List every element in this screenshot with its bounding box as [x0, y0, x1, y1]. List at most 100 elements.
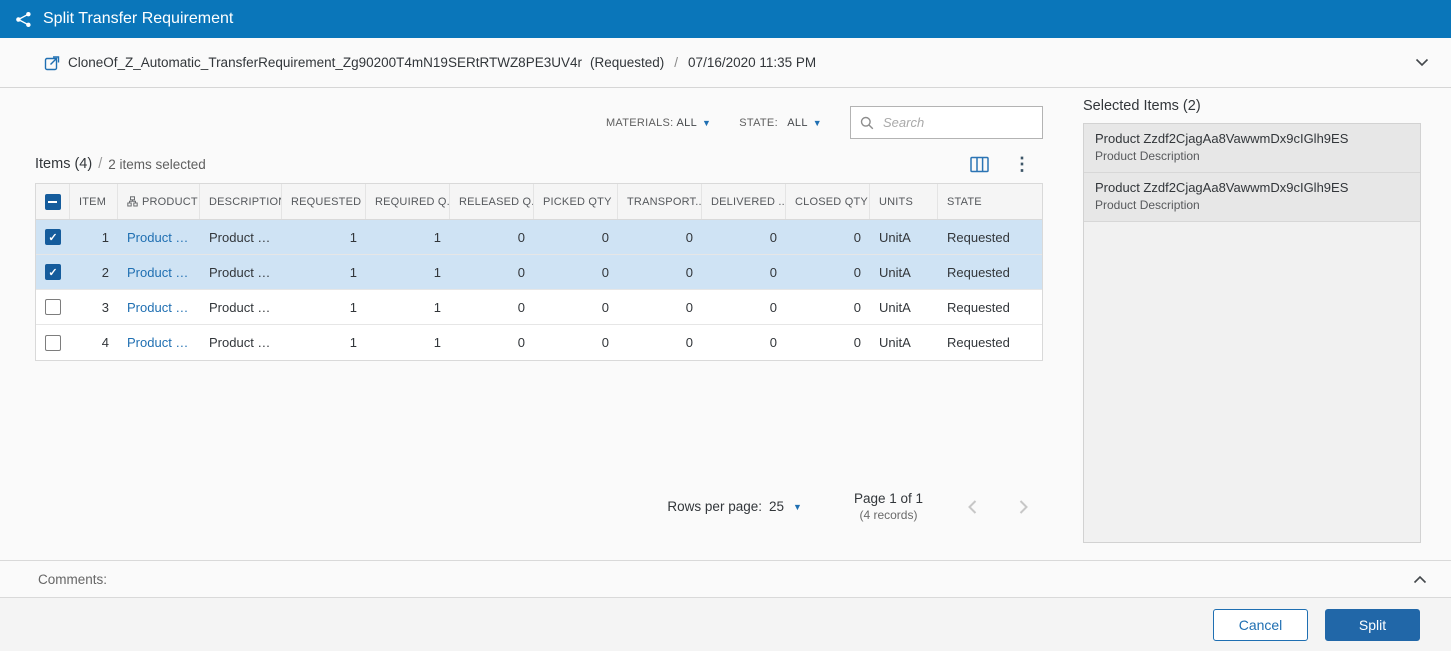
table-row[interactable]: 1 Product Zzdf2CjagAa8VawwmDx9cIGlh9ES Pro… [36, 220, 1042, 255]
object-timestamp: 07/16/2020 11:35 PM [688, 55, 816, 70]
column-header-picked: PICKED QTY [534, 184, 618, 219]
product-link[interactable]: Product Zzdf2CjagAa8VawwmDx9cIGlh9ES [127, 335, 191, 350]
header-collapse-chevron-icon[interactable] [1415, 58, 1429, 67]
closed-qty-cell: 0 [786, 325, 870, 360]
search-box[interactable] [850, 106, 1043, 139]
select-all-checkbox[interactable] [45, 194, 61, 210]
column-header-item: ITEM [70, 184, 118, 219]
item-cell: 2 [70, 255, 118, 289]
column-header-description: DESCRIPTION [200, 184, 282, 219]
description-cell: Product Description [200, 220, 282, 254]
comments-section: Comments: [0, 560, 1451, 597]
product-link[interactable]: Product Zzdf2CjagAa8VawwmDx9cIGlh9ES [127, 300, 191, 315]
state-cell: Requested [938, 255, 1042, 289]
released-qty-cell: 0 [450, 255, 534, 289]
product-type-icon [127, 196, 138, 207]
transport-qty-cell: 0 [618, 220, 702, 254]
items-table: ITEM PRODUCT DESCRIPTION REQUESTE [35, 183, 1043, 361]
records-count: (4 records) [854, 508, 923, 522]
released-qty-cell: 0 [450, 290, 534, 324]
item-cell: 4 [70, 325, 118, 360]
row-checkbox[interactable] [45, 335, 61, 351]
cancel-button[interactable]: Cancel [1213, 609, 1308, 641]
transfer-requirement-icon [44, 55, 60, 71]
items-header: Items (4) / 2 items selected ⋮ [35, 155, 1043, 173]
chevron-down-icon: ▼ [702, 118, 711, 128]
state-cell: Requested [938, 290, 1042, 324]
picked-qty-cell: 0 [534, 220, 618, 254]
split-share-icon [15, 11, 32, 28]
delivered-qty-cell: 0 [702, 290, 786, 324]
table-row[interactable]: 2 Product Zzdf2CjagAa8VawwmDx9cIGlh9ES Pro… [36, 255, 1042, 290]
state-cell: Requested [938, 325, 1042, 360]
selected-items-list: Product Zzdf2CjagAa8VawwmDx9cIGlh9ES Prod… [1083, 123, 1421, 543]
column-header-transport: TRANSPORT... [618, 184, 702, 219]
object-name: CloneOf_Z_Automatic_TransferRequirement_… [68, 55, 582, 70]
comments-collapse-chevron-icon[interactable] [1413, 575, 1427, 584]
state-filter-label: STATE: [739, 117, 778, 129]
page-title: Split Transfer Requirement [43, 10, 233, 28]
items-section: MATERIALS:ALL ▼ STATE: ALL ▼ Items (4) / [35, 88, 1043, 522]
selected-items-panel: Selected Items (2) Product Zzdf2CjagAa8V… [1083, 98, 1421, 543]
row-checkbox[interactable] [45, 299, 61, 315]
selected-item[interactable]: Product Zzdf2CjagAa8VawwmDx9cIGlh9ESProd… [1084, 173, 1420, 222]
closed-qty-cell: 0 [786, 290, 870, 324]
state-cell: Requested [938, 220, 1042, 254]
column-settings-icon[interactable] [970, 156, 989, 173]
units-cell: UnitA [870, 220, 938, 254]
object-status: (Requested) [590, 55, 664, 70]
units-cell: UnitA [870, 290, 938, 324]
object-header: CloneOf_Z_Automatic_TransferRequirement_… [0, 38, 1451, 88]
product-link[interactable]: Product Zzdf2CjagAa8VawwmDx9cIGlh9ES [127, 265, 191, 280]
column-header-requested: REQUESTED ... [282, 184, 366, 219]
materials-filter-dropdown[interactable]: MATERIALS:ALL ▼ [606, 117, 711, 129]
selected-item[interactable]: Product Zzdf2CjagAa8VawwmDx9cIGlh9ES Prod… [1084, 124, 1420, 173]
selected-item-title: Product Zzdf2CjagAa8VawwmDx9cIGlh9ES [1095, 180, 1409, 195]
item-cell: 3 [70, 290, 118, 324]
requested-qty-cell: 1 [282, 255, 366, 289]
description-cell: Product Description [200, 255, 282, 289]
row-checkbox[interactable] [45, 229, 61, 245]
description-cell: Product Description [200, 290, 282, 324]
page-indicator: Page 1 of 1 [854, 491, 923, 506]
units-cell: UnitA [870, 255, 938, 289]
product-link[interactable]: Product Zzdf2CjagAa8VawwmDx9cIGlh9ES [127, 230, 191, 245]
column-header-closed: CLOSED QTY [786, 184, 870, 219]
selected-item-title: Product Zzdf2CjagAa8VawwmDx9cIGlh9ES [1095, 131, 1409, 146]
required-qty-cell: 1 [366, 290, 450, 324]
split-button[interactable]: Split [1325, 609, 1420, 641]
column-header-product: PRODUCT [118, 184, 200, 219]
closed-qty-cell: 0 [786, 220, 870, 254]
rows-per-page-value: 25 [769, 499, 784, 514]
required-qty-cell: 1 [366, 255, 450, 289]
delivered-qty-cell: 0 [702, 325, 786, 360]
table-row[interactable]: 4 Product Zzdf2CjagAa8VawwmDx9cIGlh9ES Pro… [36, 325, 1042, 360]
rows-per-page-dropdown[interactable]: Rows per page: 25 ▼ [667, 499, 802, 514]
pagination-bar: Rows per page: 25 ▼ Page 1 of 1 (4 recor… [35, 491, 1043, 522]
title-bar: Split Transfer Requirement [0, 0, 1451, 38]
chevron-down-icon: ▼ [813, 118, 822, 128]
row-checkbox[interactable] [45, 264, 61, 280]
kebab-menu-icon[interactable]: ⋮ [1013, 155, 1031, 173]
state-filter-dropdown[interactable]: STATE: ALL ▼ [739, 117, 822, 129]
selected-item-subtitle: Product Description [1095, 149, 1409, 163]
materials-filter-label: MATERIALS: [606, 117, 674, 129]
rows-per-page-label: Rows per page: [667, 499, 762, 514]
breadcrumb-separator: / [672, 55, 680, 70]
closed-qty-cell: 0 [786, 255, 870, 289]
requested-qty-cell: 1 [282, 220, 366, 254]
previous-page-chevron-icon[interactable] [967, 499, 978, 515]
units-cell: UnitA [870, 325, 938, 360]
state-filter-value: ALL [787, 117, 807, 129]
description-cell: Product Description [200, 325, 282, 360]
search-input[interactable] [881, 114, 1033, 131]
required-qty-cell: 1 [366, 325, 450, 360]
column-header-units: UNITS [870, 184, 938, 219]
next-page-chevron-icon[interactable] [1018, 499, 1029, 515]
requested-qty-cell: 1 [282, 290, 366, 324]
transport-qty-cell: 0 [618, 290, 702, 324]
table-body: 1 Product Zzdf2CjagAa8VawwmDx9cIGlh9ES Pro… [36, 220, 1042, 360]
materials-filter-value: ALL [677, 117, 697, 129]
transport-qty-cell: 0 [618, 255, 702, 289]
table-row[interactable]: 3 Product Zzdf2CjagAa8VawwmDx9cIGlh9ES Pro… [36, 290, 1042, 325]
